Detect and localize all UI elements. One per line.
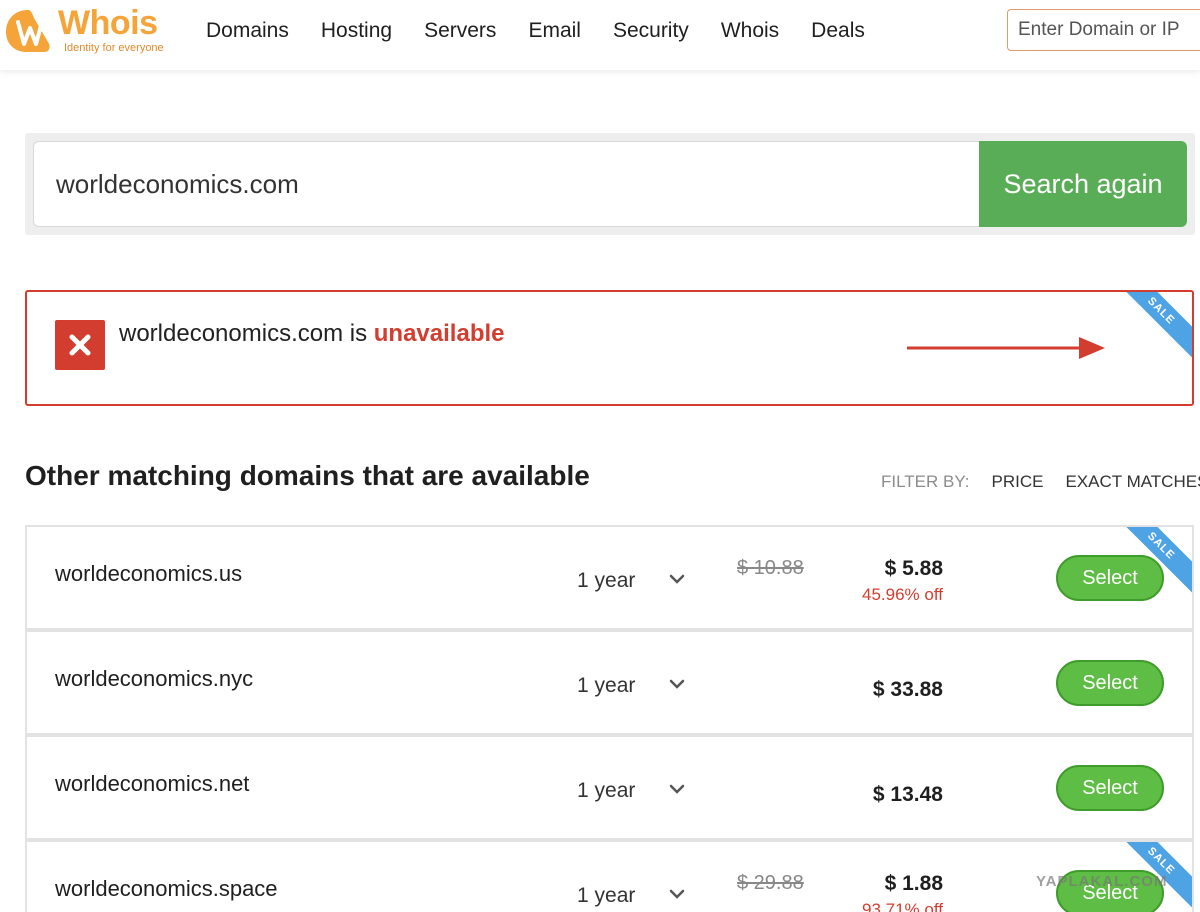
domain-search-panel: Search again — [25, 133, 1195, 235]
main-nav: Domains Hosting Servers Email Security W… — [190, 0, 881, 62]
domain-row-net: worldeconomics.net 1 year $ 13.48 Select — [25, 735, 1194, 840]
sale-price: $ 5.88 — [884, 557, 943, 580]
term-select[interactable]: 1 year — [577, 569, 635, 593]
discount-label: 93.71% off — [862, 900, 943, 912]
nav-item-whois[interactable]: Whois — [721, 19, 779, 43]
domain-row-nyc: worldeconomics.nyc 1 year $ 33.88 Select — [25, 630, 1194, 735]
term-select[interactable]: 1 year — [577, 779, 635, 803]
domain-name: worldeconomics.net — [55, 771, 250, 796]
unavailable-banner: worldeconomics.com is unavailable SALE — [25, 290, 1194, 406]
status-domain: worldeconomics.com — [119, 320, 344, 347]
availability-message: worldeconomics.com is unavailable — [119, 320, 505, 348]
nav-item-email[interactable]: Email — [528, 19, 581, 43]
error-badge — [55, 320, 105, 370]
arrow-right-icon — [907, 337, 1105, 359]
nav-item-deals[interactable]: Deals — [811, 19, 865, 43]
select-button[interactable]: Select — [1056, 660, 1164, 706]
domain-row-us: worldeconomics.us 1 year $ 10.88 $ 5.88 … — [25, 525, 1194, 630]
filter-bar: FILTER BY: PRICE EXACT MATCHES — [881, 472, 1200, 492]
sale-price: $ 1.88 — [884, 872, 943, 895]
nav-item-servers[interactable]: Servers — [424, 19, 496, 43]
original-price: $ 29.88 — [737, 872, 804, 894]
filter-exact-matches[interactable]: EXACT MATCHES — [1065, 472, 1200, 492]
close-x-icon — [69, 334, 91, 356]
chevron-down-icon[interactable] — [669, 574, 685, 584]
header-search-input[interactable] — [1007, 9, 1200, 51]
domain-search-input[interactable] — [33, 141, 979, 227]
nav-item-hosting[interactable]: Hosting — [321, 19, 392, 43]
domain-name: worldeconomics.us — [55, 561, 243, 586]
site-header: Whois Identity for everyone Domains Host… — [0, 0, 1200, 70]
logo-tagline: Identity for everyone — [64, 42, 164, 54]
domain-results-list: worldeconomics.us 1 year $ 10.88 $ 5.88 … — [25, 525, 1194, 912]
term-select[interactable]: 1 year — [577, 674, 635, 698]
select-button[interactable]: Select — [1056, 765, 1164, 811]
domain-row-space: worldeconomics.space 1 year $ 29.88 $ 1.… — [25, 840, 1194, 912]
search-again-button[interactable]: Search again — [979, 141, 1187, 227]
nav-item-domains[interactable]: Domains — [206, 19, 289, 43]
chevron-down-icon[interactable] — [669, 889, 685, 899]
filter-label: FILTER BY: — [881, 472, 970, 491]
price: $ 33.88 — [872, 678, 943, 701]
chevron-down-icon[interactable] — [669, 679, 685, 689]
discount-label: 45.96% off — [862, 585, 943, 604]
whois-logo[interactable]: Whois Identity for everyone — [4, 4, 174, 58]
sale-ribbon: SALE — [1114, 292, 1192, 358]
status-unavailable-label: unavailable — [373, 320, 505, 347]
domain-name: worldeconomics.nyc — [55, 666, 254, 691]
watermark-text: YAPLAKAL.COM — [1036, 873, 1168, 890]
nav-item-security[interactable]: Security — [613, 19, 689, 43]
logo-mark-icon — [6, 10, 50, 52]
original-price: $ 10.88 — [737, 557, 804, 579]
filter-price[interactable]: PRICE — [992, 472, 1044, 492]
select-button[interactable]: Select — [1056, 555, 1164, 601]
domain-name: worldeconomics.space — [55, 876, 278, 901]
status-connector: is — [349, 320, 368, 347]
chevron-down-icon[interactable] — [669, 784, 685, 794]
price: $ 13.48 — [872, 783, 943, 806]
logo-text: Whois — [58, 4, 158, 42]
term-select[interactable]: 1 year — [577, 884, 635, 908]
section-title: Other matching domains that are availabl… — [25, 460, 590, 491]
